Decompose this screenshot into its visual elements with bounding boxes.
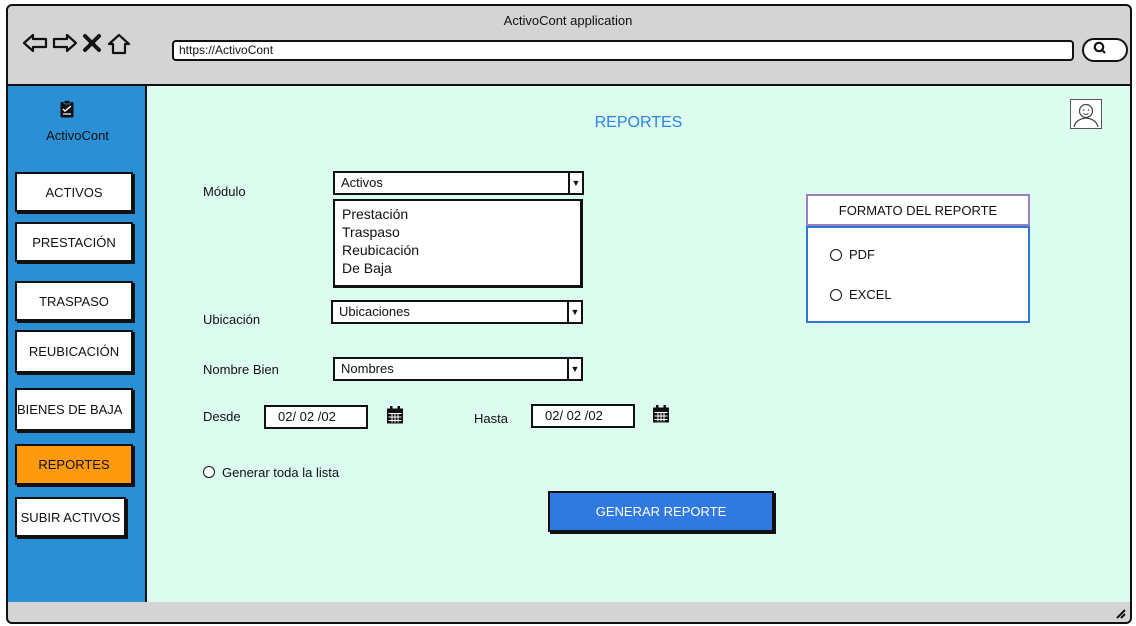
modulo-option[interactable]: Traspaso [342,223,580,241]
generate-report-button[interactable]: GENERAR REPORTE [548,491,774,532]
user-icon [1073,103,1099,128]
avatar[interactable] [1070,99,1102,129]
sidebar-item-prestacion[interactable]: PRESTACIÓN [15,222,133,262]
hasta-date-input[interactable]: 02/ 02 /02 [531,404,635,428]
logo-text: ActivoCont [46,128,109,143]
window-title: ActivoCont application [503,13,633,28]
resize-grip-icon[interactable] [1114,606,1126,622]
ubicacion-label: Ubicación [203,312,261,327]
hasta-label: Hasta [474,411,508,426]
sidebar-item-bienes-de-baja[interactable]: BIENES DE BAJA [15,388,133,431]
nombre-bien-select-value: Nombres [341,361,394,376]
desde-label: Desde [203,409,241,424]
sidebar-item-reportes[interactable]: REPORTES [15,444,133,485]
page-title: REPORTES [594,114,683,131]
modulo-label: Módulo [203,184,246,199]
modulo-option[interactable]: Reubicación [342,241,580,259]
sidebar-item-subir-activos[interactable]: SUBIR ACTIVOS [15,497,126,537]
home-icon[interactable] [107,33,131,60]
search-button[interactable] [1082,38,1128,62]
modulo-select[interactable]: Activos ▼ [333,171,584,195]
calendar-icon[interactable] [385,405,405,425]
close-x-icon[interactable] [82,33,102,58]
sidebar-item-activos[interactable]: ACTIVOS [15,172,133,212]
nombre-bien-label: Nombre Bien [203,362,279,377]
forward-arrow-icon[interactable] [52,33,78,58]
modulo-option[interactable]: De Baja [342,259,580,277]
format-options-box [806,226,1030,323]
back-arrow-icon[interactable] [22,33,48,58]
nombre-bien-select[interactable]: Nombres ▼ [333,357,583,381]
pdf-radio[interactable] [830,249,842,261]
sidebar-item-traspaso[interactable]: TRASPASO [15,281,133,321]
chevron-down-icon: ▼ [567,359,581,379]
format-panel-header: FORMATO DEL REPORTE [806,194,1030,226]
ubicacion-select[interactable]: Ubicaciones ▼ [331,300,583,324]
ubicacion-select-value: Ubicaciones [339,304,410,319]
clipboard-logo-icon [60,100,74,118]
modulo-dropdown-list: Prestación Traspaso Reubicación De Baja [333,199,583,288]
chevron-down-icon: ▼ [567,302,581,322]
modulo-option[interactable]: Prestación [342,205,580,223]
calendar-icon[interactable] [651,404,671,424]
generar-lista-label: Generar toda la lista [222,465,340,480]
generar-lista-radio[interactable] [203,466,215,478]
pdf-option-label: PDF [849,247,875,262]
desde-date-input[interactable]: 02/ 02 /02 [264,405,368,429]
modulo-select-value: Activos [341,175,383,190]
chevron-down-icon: ▼ [568,173,582,193]
excel-radio[interactable] [830,289,842,301]
search-icon [1093,41,1107,58]
url-input[interactable]: https://ActivoCont [172,40,1074,61]
excel-option-label: EXCEL [849,287,892,302]
sidebar-item-reubicacion[interactable]: REUBICACIÓN [15,330,133,373]
